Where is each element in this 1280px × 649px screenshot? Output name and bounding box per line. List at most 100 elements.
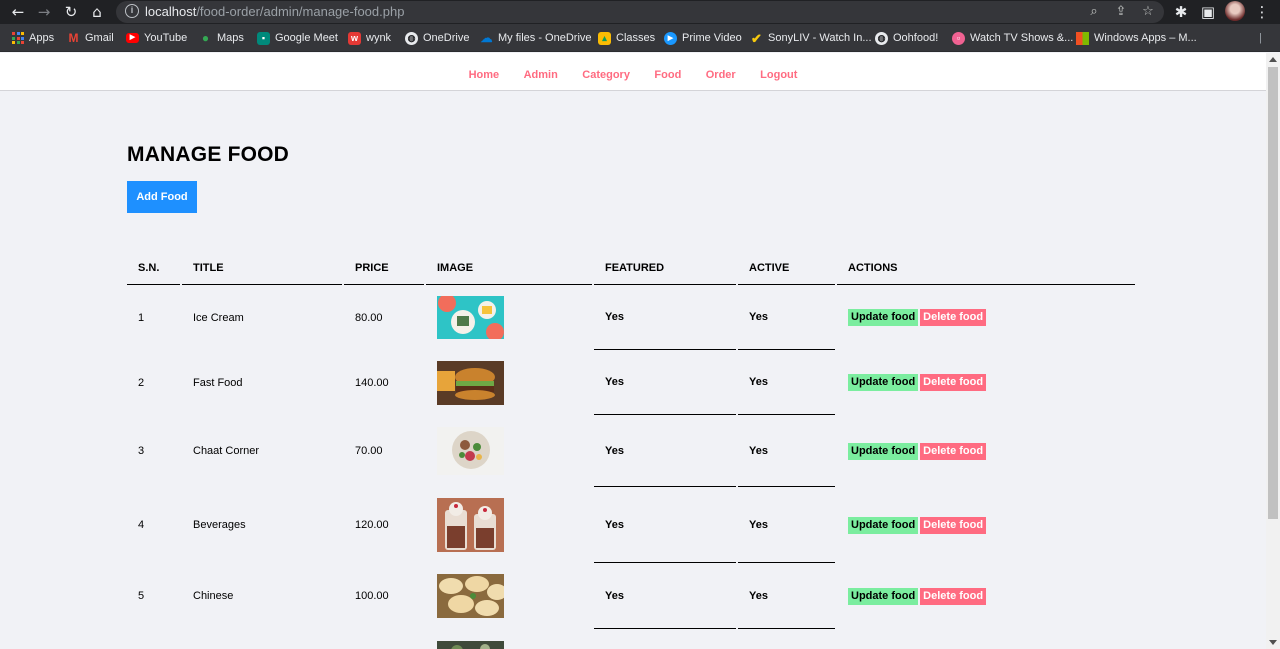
bookmark-label: My files - OneDrive [498,32,592,44]
cell-title: Beverages [193,519,246,531]
bookmark-label: Classes [616,32,656,44]
bookmark-watch-tv-shows[interactable]: ▫ Watch TV Shows &... [952,30,1073,46]
cell-price: 70.00 [355,445,383,457]
profile-avatar[interactable] [1225,1,1245,21]
chinese-dumplings-image [437,574,504,618]
bookmark-label: Windows Apps – M... [1094,32,1197,44]
bookmark-prime-video[interactable]: ▶ Prime Video [664,30,742,46]
wynk-icon: w [348,31,361,45]
bookmark-my-files-onedrive[interactable]: ☁ My files - OneDrive [480,30,592,46]
zoom-icon[interactable]: ⌕ [1084,2,1104,22]
bookmark-google-meet[interactable]: ▪ Google Meet [257,30,338,46]
delete-food-button[interactable]: Delete food [920,442,987,460]
add-food-button[interactable]: Add Food [127,181,197,213]
maps-pin-icon: ● [201,30,210,45]
page-scrollbar[interactable] [1266,53,1280,649]
scroll-up-arrow-icon[interactable] [1269,57,1277,62]
cell-sn: 5 [138,590,145,602]
menu-food[interactable]: Food [654,69,681,81]
cell-image [426,563,592,629]
update-food-button[interactable]: Update food [848,374,919,391]
cell-image [426,415,592,487]
cell-sn: 4 [138,519,145,531]
bookmark-label: Maps [217,32,244,44]
extensions-puzzle-icon[interactable]: ✱ [1171,2,1191,22]
food-table: S.N. TITLE PRICE IMAGE FEATURED ACTIVE A… [125,251,1137,649]
bookmark-oohfood[interactable]: ◍ Oohfood! [875,30,938,46]
cell-image [426,487,592,563]
cell-price: 140.00 [355,376,389,389]
update-food-button[interactable]: Update food [848,442,919,460]
header-price: PRICE [344,251,424,285]
delete-food-button[interactable]: Delete food [920,374,987,391]
bookmark-onedrive[interactable]: ◍ OneDrive [405,30,469,46]
cell-sn: 2 [138,376,145,389]
bookmark-gmail[interactable]: M Gmail [67,30,114,46]
bookmark-maps[interactable]: ● Maps [199,30,244,46]
address-url[interactable]: localhost/food-order/admin/manage-food.p… [145,4,404,19]
menu-home[interactable]: Home [469,69,500,81]
windows-icon [1076,31,1089,45]
browser-menu-icon[interactable]: ⋮ [1252,2,1272,22]
header-image: IMAGE [426,251,592,285]
cell-image [426,629,592,649]
cell-featured: Yes [594,415,736,487]
menu-category[interactable]: Category [582,69,630,81]
cell-price: 100.00 [355,590,389,602]
address-bar[interactable]: i localhost/food-order/admin/manage-food… [116,1,1164,23]
sonyliv-check-icon: ✔ [751,30,762,46]
back-arrow-icon[interactable]: ← [8,2,28,22]
menu-logout[interactable]: Logout [760,69,797,81]
scroll-thumb[interactable] [1268,67,1278,519]
delete-food-button[interactable]: Delete food [920,587,987,605]
meet-icon: ▪ [257,31,270,45]
home-icon[interactable]: ⌂ [87,2,107,22]
bookmark-sonyliv[interactable]: ✔ SonyLIV - Watch In... [750,30,871,46]
site-info-icon[interactable]: i [125,4,139,18]
cell-active: Yes [738,285,835,350]
bookmark-label: Prime Video [682,32,742,44]
gmail-icon: M [68,30,79,45]
header-title: TITLE [182,251,342,285]
share-icon[interactable]: ⇪ [1111,2,1131,22]
bookmark-windows-apps[interactable]: Windows Apps – M... [1076,30,1197,46]
cell-sn: 3 [138,445,145,457]
cell-title: Fast Food [193,376,243,389]
cell-featured: Yes [594,487,736,563]
cell-price: 120.00 [355,519,389,531]
bookmark-wynk[interactable]: w wynk [348,30,391,46]
menu-order[interactable]: Order [706,69,736,81]
cell-title: Ice Cream [193,311,244,324]
scroll-down-arrow-icon[interactable] [1269,640,1277,645]
bookmark-apps[interactable]: Apps [12,30,54,46]
update-food-button[interactable]: Update food [848,309,919,326]
header-featured: FEATURED [594,251,736,285]
bookmark-label: Watch TV Shows &... [970,32,1074,44]
youtube-icon: ▶ [126,33,139,43]
bookmarks-bar: Apps M Gmail ▶ YouTube ● Maps ▪ Google M… [0,24,1280,52]
side-panel-icon[interactable]: ▣ [1198,2,1218,22]
bookmark-label: OneDrive [423,32,470,44]
table-row [127,629,1135,649]
onedrive-cloud-icon: ☁ [480,30,493,45]
cell-actions: Update food Delete food [837,415,1135,487]
cell-active: Yes [738,350,835,415]
bookmark-youtube[interactable]: ▶ YouTube [126,30,187,46]
reload-icon[interactable]: ↻ [61,2,81,22]
cell-sn: 1 [138,311,145,324]
bookmark-classes[interactable]: ▴ Classes [598,30,655,46]
tv-icon: ▫ [952,31,965,45]
cell-active: Yes [738,563,835,629]
chaat-image [437,427,504,475]
cell-image [426,285,592,350]
menu-admin[interactable]: Admin [524,69,558,81]
forward-arrow-icon[interactable]: → [34,2,54,22]
bookmark-star-icon[interactable]: ☆ [1138,2,1158,22]
globe-icon: ◍ [875,31,888,45]
delete-food-button[interactable]: Delete food [920,309,987,326]
update-food-button[interactable]: Update food [848,516,919,534]
cell-actions: Update food Delete food [837,350,1135,415]
delete-food-button[interactable]: Delete food [920,516,987,534]
cell-featured: Yes [594,285,736,350]
update-food-button[interactable]: Update food [848,587,919,605]
